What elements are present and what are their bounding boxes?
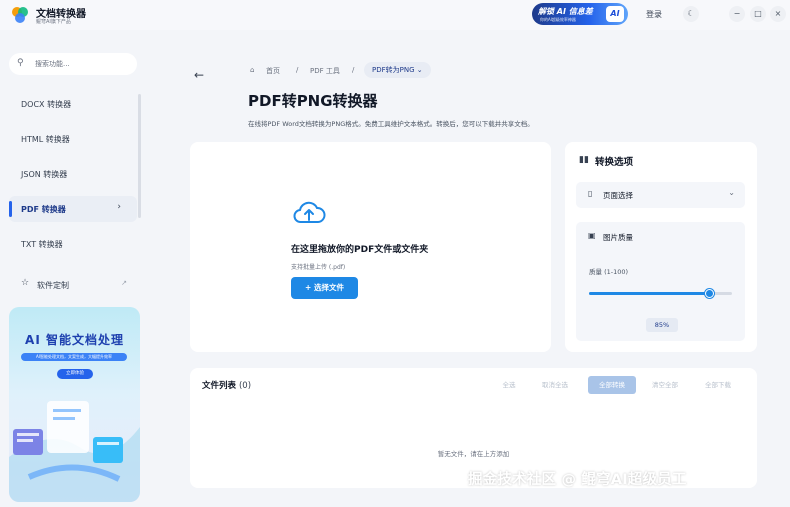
- quality-slider-fill: [589, 292, 710, 295]
- star-icon: ☆: [21, 278, 30, 288]
- login-button[interactable]: 登录: [646, 9, 662, 20]
- options-title: 转换选项: [595, 157, 634, 168]
- quality-value: 85%: [646, 318, 678, 332]
- banner-button[interactable]: 立即体验: [57, 369, 93, 379]
- download-all-button[interactable]: 全部下载: [698, 376, 738, 394]
- select-file-button[interactable]: + 选择文件: [291, 277, 358, 299]
- breadcrumb-separator: /: [352, 66, 355, 74]
- upload-title: 在这里拖放你的PDF文件或文件夹: [291, 245, 429, 255]
- promo-ai-badge: AI: [606, 6, 624, 22]
- bar-chart-icon: ▮▮: [579, 155, 589, 165]
- minimize-icon[interactable]: −: [729, 6, 745, 22]
- cloud-upload-icon: [293, 201, 326, 223]
- watermark: 掘金技术社区 @ 鲲穹AI超级员工: [468, 472, 687, 488]
- breadcrumb-tools[interactable]: PDF 工具: [310, 66, 340, 76]
- search-icon: ⚲: [17, 58, 24, 68]
- search-placeholder: 搜索功能...: [35, 60, 70, 68]
- deselect-all-button[interactable]: 取消全选: [536, 376, 574, 394]
- sidebar-item-docx[interactable]: DOCX 转换器: [9, 91, 137, 117]
- sidebar-item-label: HTML 转换器: [21, 135, 70, 144]
- main-content: ← ⌂ 首页 / PDF 工具 / PDF转为PNG ⌄ PDF转PNG转换器 …: [150, 30, 790, 507]
- search-input[interactable]: ⚲ 搜索功能...: [9, 53, 137, 75]
- sidebar-item-label: TXT 转换器: [21, 240, 63, 249]
- app-subtitle: 鲲穹AI旗下产品: [36, 19, 71, 25]
- app-logo-icon: [12, 7, 28, 23]
- banner-title: AI 智能文档处理: [25, 333, 124, 347]
- image-icon: ▣: [588, 231, 596, 240]
- close-icon[interactable]: ×: [770, 6, 786, 22]
- conversion-options-panel: ▮▮ 转换选项 ▯ 页面选择 ⌄ ▣ 图片质量 质量 (1-100) 85%: [565, 142, 757, 352]
- sidebar-item-txt[interactable]: TXT 转换器: [9, 231, 137, 257]
- empty-state-text: 暂无文件，请在上方添加: [437, 450, 510, 458]
- promo-subtitle: 你的AI超级效率神器: [540, 17, 576, 22]
- active-indicator: [9, 201, 12, 217]
- clear-all-button[interactable]: 清空全部: [646, 376, 684, 394]
- title-bar: 文档转换器 鲲穹AI旗下产品 解锁 AI 信息差 你的AI超级效率神器 AI 登…: [0, 0, 790, 30]
- sidebar-item-html[interactable]: HTML 转换器: [9, 126, 137, 152]
- quality-slider-handle[interactable]: [705, 289, 714, 298]
- home-icon[interactable]: ⌂: [250, 66, 254, 74]
- maximize-icon[interactable]: □: [750, 6, 766, 22]
- ai-ad-banner[interactable]: AI 智能文档处理 AI智能处理文档，文案生成，大幅提升效率 立即体验: [9, 307, 140, 502]
- sidebar-item-pdf[interactable]: PDF 转换器 ›: [9, 196, 137, 222]
- breadcrumb-home[interactable]: 首页: [266, 66, 280, 76]
- file-list-title: 文件列表 (0): [202, 379, 251, 391]
- file-count: (0): [238, 381, 252, 391]
- page-title: PDF转PNG转换器: [248, 92, 378, 110]
- sidebar: ⚲ 搜索功能... DOCX 转换器 HTML 转换器 JSON 转换器 PDF…: [0, 30, 150, 507]
- image-quality-section: ▣ 图片质量 质量 (1-100) 85%: [576, 222, 745, 341]
- page-description: 在线将PDF Word文档转换为PNG格式。免费工具维护文本格式。转换后，您可以…: [248, 120, 534, 128]
- sidebar-scrollbar[interactable]: [138, 94, 141, 218]
- breadcrumb-current-label: PDF转为PNG: [372, 66, 415, 74]
- sidebar-item-json[interactable]: JSON 转换器: [9, 161, 137, 187]
- sidebar-item-label: JSON 转换器: [21, 170, 68, 179]
- quality-range-label: 质量 (1-100): [589, 268, 629, 276]
- chevron-right-icon: ›: [117, 202, 121, 212]
- banner-subtitle: AI智能处理文档，文案生成，大幅提升效率: [21, 353, 127, 361]
- upload-hint: 支持批量上传 (.pdf): [291, 264, 346, 271]
- banner-illustration: [9, 401, 140, 502]
- chevron-down-icon: ⌄: [416, 66, 423, 74]
- convert-all-button[interactable]: 全部转换: [588, 376, 636, 394]
- quality-slider[interactable]: [589, 289, 732, 298]
- breadcrumb-separator: /: [296, 66, 299, 74]
- page-select-dropdown[interactable]: ▯ 页面选择 ⌄: [576, 182, 745, 208]
- quality-title: 图片质量: [603, 233, 633, 242]
- sidebar-item-label: PDF 转换器: [21, 205, 66, 214]
- moon-icon[interactable]: ☾: [683, 6, 699, 22]
- external-link-icon: ↗: [121, 279, 127, 287]
- promo-title: 解锁 AI 信息差: [538, 7, 593, 16]
- sidebar-item-label: DOCX 转换器: [21, 100, 72, 109]
- back-arrow-icon[interactable]: ←: [194, 68, 204, 82]
- document-icon: ▯: [588, 189, 593, 198]
- file-list-label: 文件列表: [202, 381, 237, 391]
- chevron-down-icon: ⌄: [728, 188, 735, 197]
- page-select-label: 页面选择: [603, 191, 633, 200]
- promo-banner[interactable]: 解锁 AI 信息差 你的AI超级效率神器 AI: [532, 3, 628, 25]
- select-all-button[interactable]: 全选: [496, 376, 522, 394]
- breadcrumb-current[interactable]: PDF转为PNG ⌄: [364, 62, 431, 78]
- sidebar-item-label: 软件定制: [37, 281, 69, 290]
- sidebar-item-custom[interactable]: ☆ 软件定制 ↗: [9, 274, 137, 296]
- upload-dropzone[interactable]: 在这里拖放你的PDF文件或文件夹 支持批量上传 (.pdf) + 选择文件: [190, 142, 551, 352]
